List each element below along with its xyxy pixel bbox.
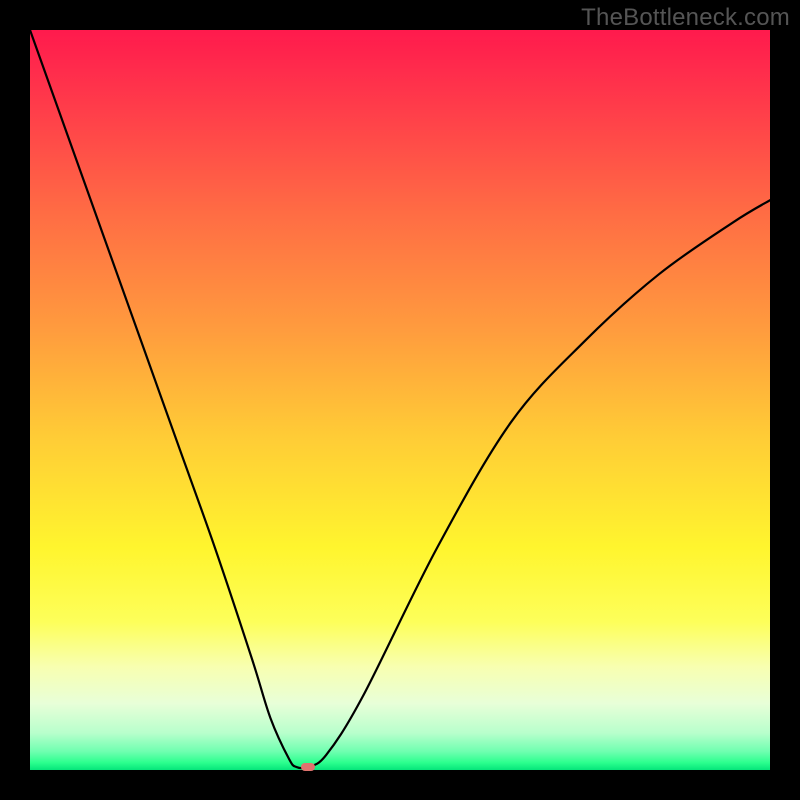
watermark-text: TheBottleneck.com	[581, 4, 790, 32]
optimal-point-marker	[301, 763, 315, 771]
chart-frame: TheBottleneck.com	[0, 0, 800, 800]
plot-area	[30, 30, 770, 770]
bottleneck-curve	[30, 30, 770, 770]
